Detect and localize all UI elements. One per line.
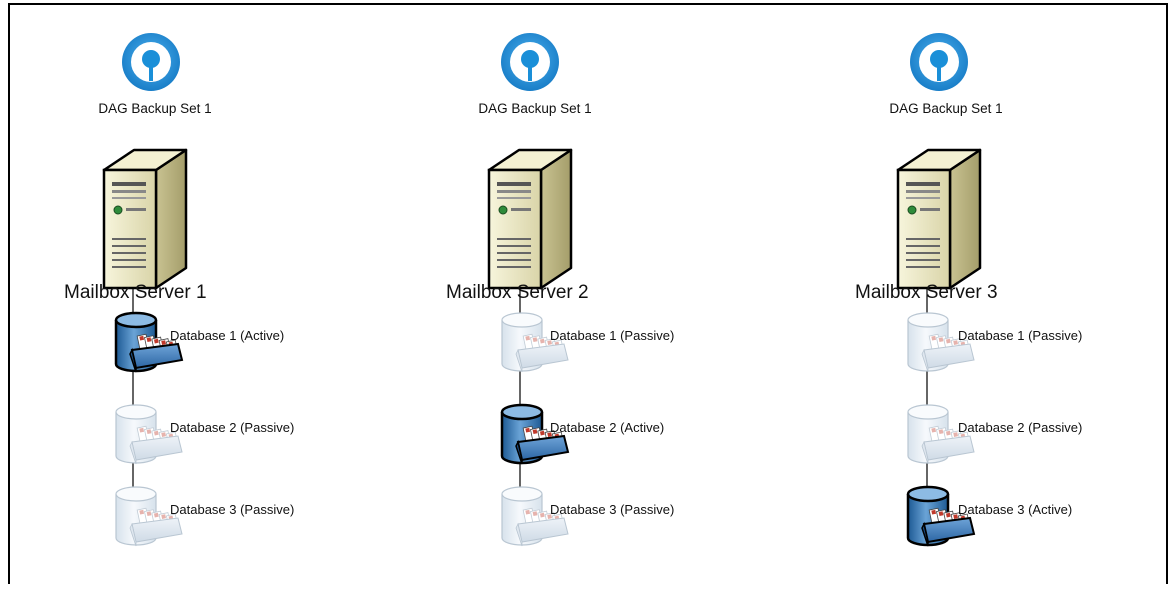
server-label: Mailbox Server 1 <box>64 282 207 303</box>
server-column-1: DAG Backup Set 1 Mailbox Server 1 Database… <box>64 33 294 547</box>
database-label: Database 3 (Passive) <box>550 502 674 517</box>
database-label: Database 1 (Active) <box>170 328 284 343</box>
backup-set-label: DAG Backup Set 1 <box>98 101 211 116</box>
server-column-3: DAG Backup Set 1 Mailbox Server 3 Database… <box>855 33 1082 547</box>
server-tower-icon <box>487 148 573 290</box>
database-label: Database 2 (Active) <box>550 420 664 435</box>
database-label: Database 2 (Passive) <box>170 420 294 435</box>
database-label: Database 2 (Passive) <box>958 420 1082 435</box>
server-tower-icon <box>102 148 188 290</box>
database-label: Database 3 (Passive) <box>170 502 294 517</box>
database-label: Database 1 (Passive) <box>958 328 1082 343</box>
database-label: Database 1 (Passive) <box>550 328 674 343</box>
dag-diagram: DAG Backup Set 1 Mailbox Server 1 Database… <box>64 33 1082 547</box>
backup-set-icon <box>910 33 968 91</box>
server-label: Mailbox Server 3 <box>855 282 998 303</box>
backup-set-label: DAG Backup Set 1 <box>478 101 591 116</box>
server-tower-icon <box>896 148 982 290</box>
server-column-2: DAG Backup Set 1 Mailbox Server 2 Database… <box>446 33 674 547</box>
database-label: Database 3 (Active) <box>958 502 1072 517</box>
server-label: Mailbox Server 2 <box>446 282 589 303</box>
backup-set-label: DAG Backup Set 1 <box>889 101 1002 116</box>
backup-set-icon <box>501 33 559 91</box>
backup-set-icon <box>122 33 180 91</box>
